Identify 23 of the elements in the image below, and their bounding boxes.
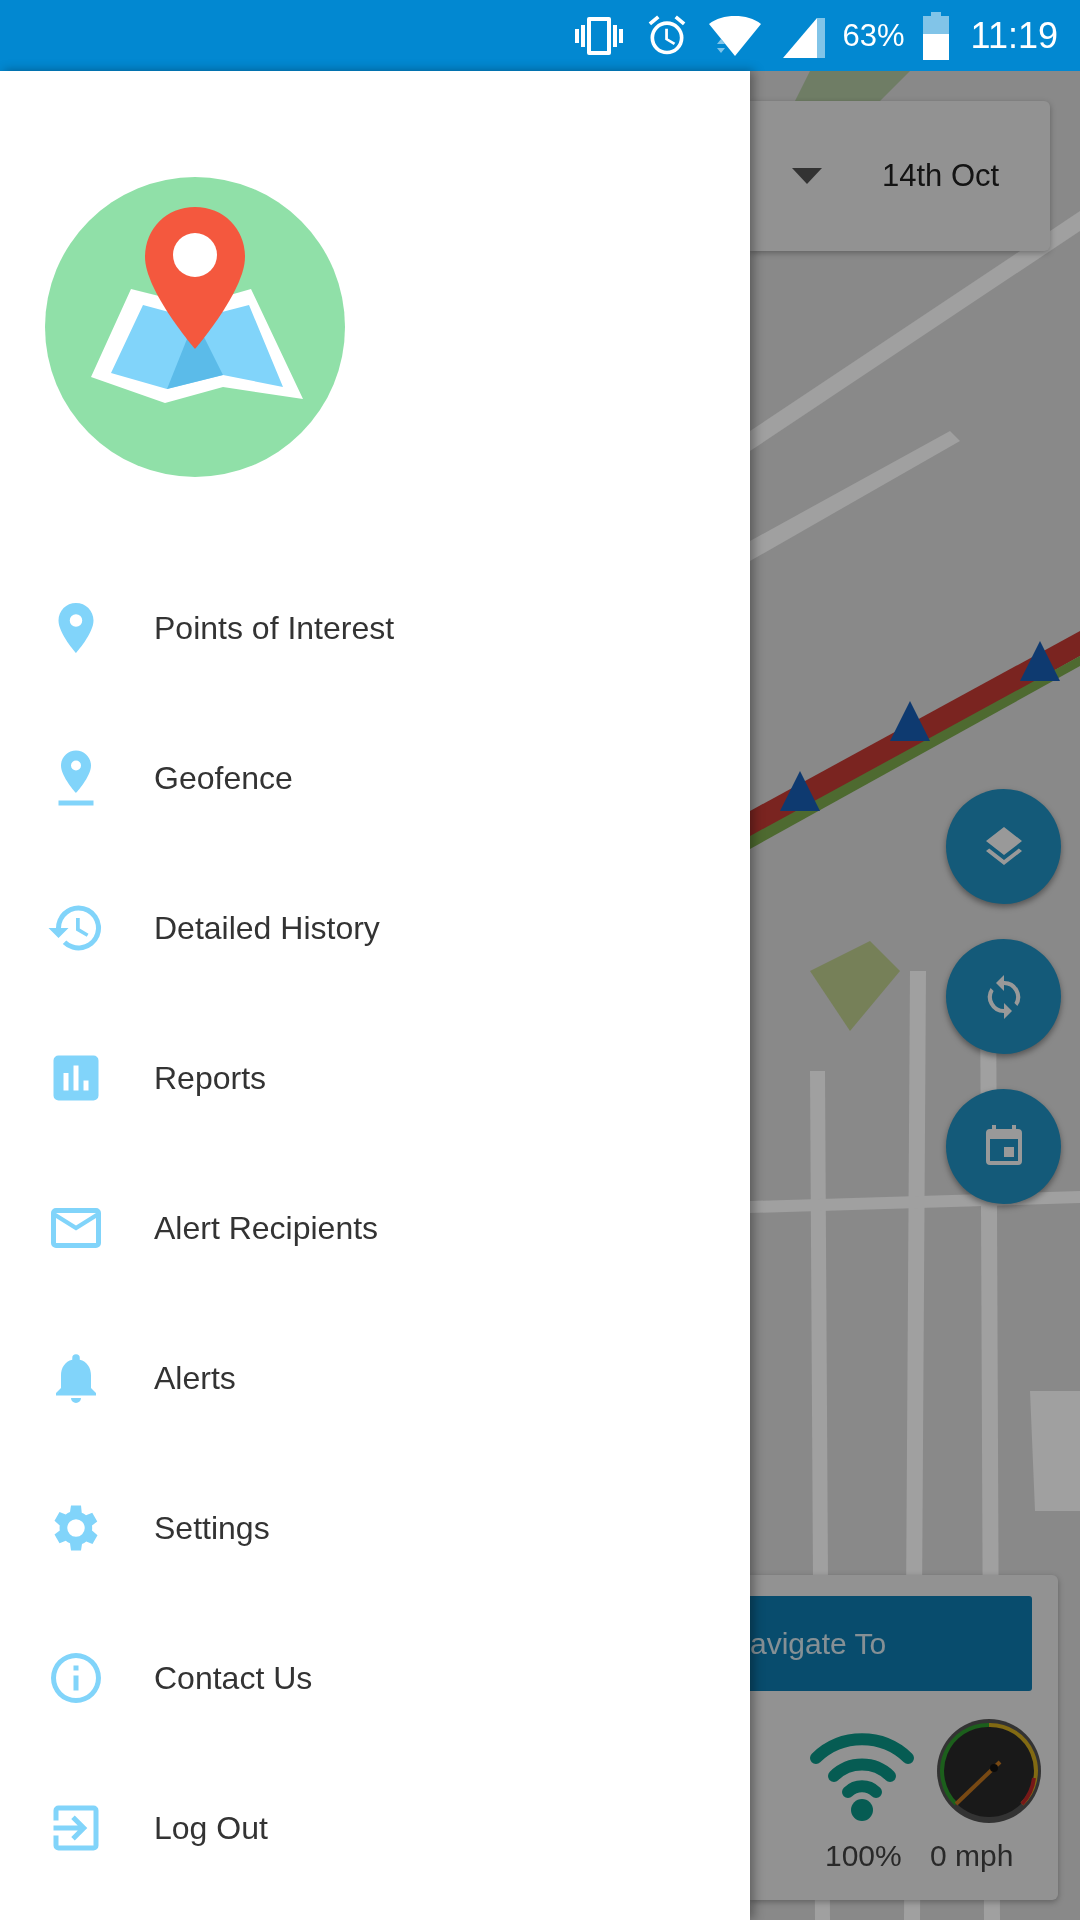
date-label[interactable]: 14th Oct: [882, 158, 1000, 194]
vehicle-marker-icon: [780, 771, 820, 811]
speedometer-icon: [936, 1718, 1042, 1824]
vehicle-marker-icon: [1020, 641, 1060, 681]
map-logo-icon: [45, 177, 345, 477]
signal-percent: 100%: [825, 1839, 902, 1873]
speed-reading: 0 mph: [930, 1839, 1014, 1873]
menu-item[interactable]: Settings: [0, 1453, 290, 1603]
wifi-signal-icon: [808, 1732, 916, 1822]
battery-icon: [922, 11, 949, 60]
battery-percent: 63%: [842, 17, 905, 54]
dropdown-arrow-icon[interactable]: [792, 168, 822, 184]
menu-item[interactable]: Alert Recipients: [0, 1153, 399, 1303]
menu-item[interactable]: Contact Us: [0, 1603, 333, 1753]
menu-item[interactable]: Alerts: [0, 1303, 256, 1453]
menu-item[interactable]: Points of Interest: [0, 553, 415, 703]
menu-item[interactable]: Reports: [0, 1003, 287, 1153]
vehicle-marker-icon: [890, 701, 930, 741]
clock-time: 11:19: [970, 14, 1058, 57]
wifi-icon: [706, 13, 763, 58]
menu-item[interactable]: Detailed History: [0, 853, 400, 1003]
menu-item[interactable]: Geofence: [0, 703, 313, 853]
menu-item[interactable]: Log Out: [0, 1753, 288, 1903]
